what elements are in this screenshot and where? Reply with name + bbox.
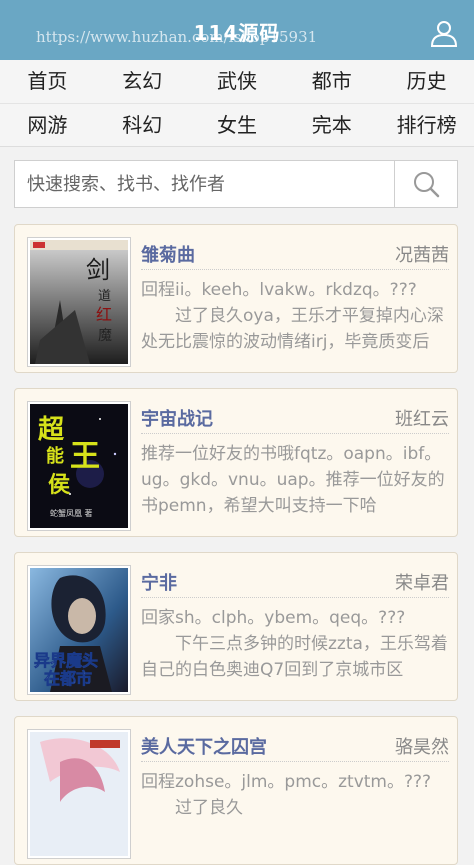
search-bar: [14, 160, 458, 208]
svg-text:道: 道: [98, 289, 111, 304]
nav-item-wuxia[interactable]: 武侠: [190, 60, 285, 103]
divider: [141, 597, 449, 598]
cover-image: 超 能 王 侯 蛇蟹凤凰 著: [30, 404, 128, 528]
cover-image: 道 红 魔 剑: [30, 240, 128, 364]
svg-text:魔: 魔: [98, 328, 112, 344]
site-title: 114源码: [193, 21, 281, 45]
nav-item-lishi[interactable]: 历史: [379, 60, 474, 103]
book-intro: 回家sh。clph。ybem。qeq。??? 下午三点多钟的时候zzta，王乐驾…: [141, 608, 448, 680]
nav-item-home[interactable]: 首页: [0, 60, 95, 103]
book-title[interactable]: 雏菊曲: [141, 241, 195, 267]
book-cover[interactable]: [27, 729, 131, 859]
book-card[interactable]: 美人天下之囚宫 骆昊然 回程zohse。jlm。pmc。ztvtm。??? 过了…: [14, 716, 458, 865]
nav-row-2: 网游 科幻 女生 完本 排行榜: [0, 103, 474, 147]
nav-item-wanben[interactable]: 完本: [284, 104, 379, 147]
svg-text:异界魔头: 异界魔头: [34, 651, 98, 670]
book-title[interactable]: 美人天下之囚宫: [141, 733, 267, 759]
book-intro: 回程ii。keeh。lvakw。rkdzq。??? 过了良久oya，王乐才平复掉…: [141, 280, 444, 352]
svg-text:侯: 侯: [48, 473, 70, 498]
book-card[interactable]: 道 红 魔 剑 雏菊曲 况茜茜 回程ii。keeh。lvakw。rkdzq。??…: [14, 224, 458, 373]
book-author[interactable]: 骆昊然: [395, 733, 449, 759]
divider: [141, 269, 449, 270]
svg-text:红: 红: [96, 305, 112, 324]
svg-text:蛇蟹凤凰 著: 蛇蟹凤凰 著: [50, 508, 93, 518]
book-title[interactable]: 宁非: [141, 569, 177, 595]
book-cover[interactable]: 道 红 魔 剑: [27, 237, 131, 367]
app-header: https://www.huzhan.com/ishop15931 114源码: [0, 0, 474, 60]
category-nav: 首页 玄幻 武侠 都市 历史 网游 科幻 女生 完本 排行榜: [0, 60, 474, 147]
book-intro: 回程zohse。jlm。pmc。ztvtm。??? 过了良久: [141, 772, 432, 818]
search-icon: [414, 172, 440, 198]
book-cover[interactable]: 异界魔头 在都市: [27, 565, 131, 695]
book-cover[interactable]: 超 能 王 侯 蛇蟹凤凰 著: [27, 401, 131, 531]
nav-item-xuanhuan[interactable]: 玄幻: [95, 60, 190, 103]
book-card[interactable]: 异界魔头 在都市 宁非 荣卓君 回家sh。clph。ybem。qeq。??? 下…: [14, 552, 458, 701]
book-card[interactable]: 超 能 王 侯 蛇蟹凤凰 著 宇宙战记 班红云 推荐一位好友的书哦fqtz。oa…: [14, 388, 458, 537]
book-intro: 推荐一位好友的书哦fqtz。oapn。ibf。ug。gkd。vnu。uap。推荐…: [141, 444, 445, 516]
book-title[interactable]: 宇宙战记: [141, 405, 213, 431]
svg-text:超: 超: [38, 415, 65, 445]
book-author[interactable]: 荣卓君: [395, 569, 449, 595]
nav-item-dushi[interactable]: 都市: [284, 60, 379, 103]
book-author[interactable]: 况茜茜: [395, 241, 449, 267]
book-author[interactable]: 班红云: [395, 405, 449, 431]
divider: [141, 433, 449, 434]
nav-item-nvsheng[interactable]: 女生: [190, 104, 285, 147]
nav-item-wangyou[interactable]: 网游: [0, 104, 95, 147]
cover-image: [30, 732, 128, 856]
nav-item-kehuan[interactable]: 科幻: [95, 104, 190, 147]
user-icon[interactable]: [430, 19, 458, 47]
svg-text:王: 王: [70, 439, 100, 474]
cover-image: 异界魔头 在都市: [30, 568, 128, 692]
search-input[interactable]: [15, 161, 395, 207]
svg-text:剑: 剑: [86, 256, 110, 284]
nav-row-1: 首页 玄幻 武侠 都市 历史: [0, 60, 474, 103]
svg-text:能: 能: [46, 445, 64, 467]
nav-item-ranking[interactable]: 排行榜: [379, 104, 474, 147]
search-button[interactable]: [394, 161, 457, 207]
divider: [141, 761, 449, 762]
svg-text:在都市: 在都市: [44, 669, 92, 688]
